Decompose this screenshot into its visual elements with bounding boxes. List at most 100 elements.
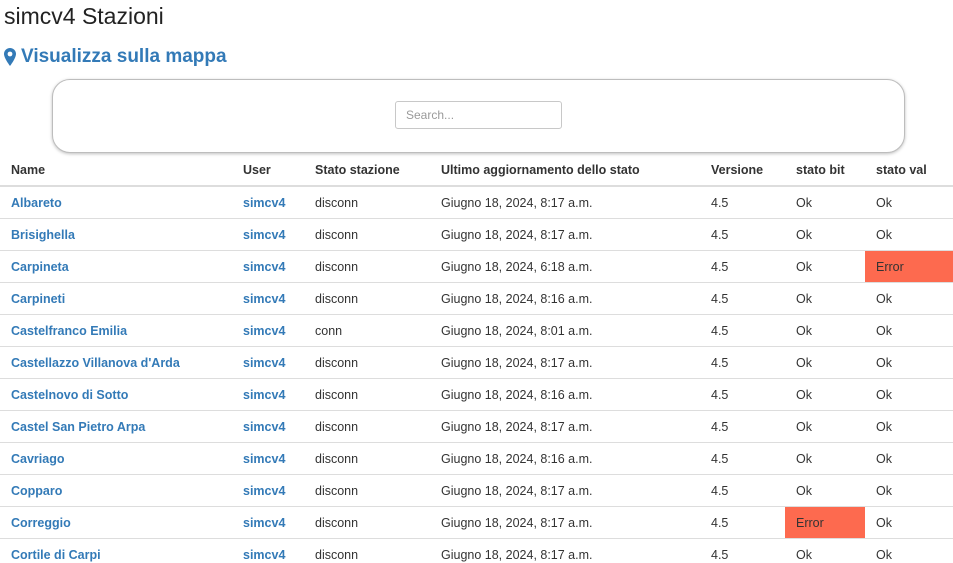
version-cell: 4.5	[700, 378, 785, 411]
station-name-link[interactable]: Cavriago	[0, 442, 232, 475]
station-status-cell: disconn	[304, 378, 430, 411]
stato-bit-cell: Ok	[785, 378, 865, 411]
column-header-versione[interactable]: Versione	[700, 155, 785, 187]
column-header-stato-bit[interactable]: stato bit	[785, 155, 865, 187]
stato-val-cell: Ok	[865, 442, 953, 475]
stato-bit-cell: Ok	[785, 186, 865, 219]
stato-bit-cell: Error	[785, 506, 865, 539]
table-row: Castellazzo Villanova d'Arda simcv4 discon…	[0, 346, 953, 379]
last-update-cell: Giugno 18, 2024, 8:17 a.m.	[430, 218, 700, 251]
last-update-cell: Giugno 18, 2024, 8:17 a.m.	[430, 474, 700, 507]
station-name-link[interactable]: Brisighella	[0, 218, 232, 251]
last-update-cell: Giugno 18, 2024, 8:17 a.m.	[430, 538, 700, 563]
stato-bit-cell: Ok	[785, 410, 865, 443]
version-cell: 4.5	[700, 410, 785, 443]
version-cell: 4.5	[700, 186, 785, 219]
column-header-stato-val[interactable]: stato val	[865, 155, 953, 187]
station-name-link[interactable]: Castellazzo Villanova d'Arda	[0, 346, 232, 379]
last-update-cell: Giugno 18, 2024, 6:18 a.m.	[430, 250, 700, 283]
station-status-cell: disconn	[304, 346, 430, 379]
stations-table-body: Albareto simcv4 disconn Giugno 18, 2024, 8:…	[0, 186, 953, 563]
table-row: Cortile di Carpi simcv4 disconn Giugno 18, …	[0, 538, 953, 563]
table-row: Carpineti simcv4 disconn Giugno 18, 2024, 8…	[0, 282, 953, 315]
last-update-cell: Giugno 18, 2024, 8:17 a.m.	[430, 186, 700, 219]
station-user-link[interactable]: simcv4	[232, 442, 304, 475]
page-title: simcv4 Stazioni	[4, 3, 164, 29]
last-update-cell: Giugno 18, 2024, 8:16 a.m.	[430, 282, 700, 315]
station-name-link[interactable]: Carpineti	[0, 282, 232, 315]
column-header-ultimo-aggiornamento[interactable]: Ultimo aggiornamento dello stato	[430, 155, 700, 187]
stations-table: Name User Stato stazione Ultimo aggiorna…	[0, 155, 953, 563]
table-row: Castelfranco Emilia simcv4 conn Giugno 18, …	[0, 314, 953, 347]
version-cell: 4.5	[700, 314, 785, 347]
stato-val-cell: Ok	[865, 378, 953, 411]
version-cell: 4.5	[700, 346, 785, 379]
stato-val-cell: Ok	[865, 410, 953, 443]
stato-val-cell: Ok	[865, 474, 953, 507]
station-user-link[interactable]: simcv4	[232, 474, 304, 507]
last-update-cell: Giugno 18, 2024, 8:01 a.m.	[430, 314, 700, 347]
station-status-cell: disconn	[304, 250, 430, 283]
station-name-link[interactable]: Castel San Pietro Arpa	[0, 410, 232, 443]
stations-page: simcv4 Stazioni Visualizza sulla mappa N…	[0, 0, 953, 563]
table-header-row: Name User Stato stazione Ultimo aggiorna…	[0, 155, 953, 187]
station-name-link[interactable]: Cortile di Carpi	[0, 538, 232, 563]
station-user-link[interactable]: simcv4	[232, 314, 304, 347]
last-update-cell: Giugno 18, 2024, 8:16 a.m.	[430, 378, 700, 411]
stato-val-cell: Ok	[865, 506, 953, 539]
station-user-link[interactable]: simcv4	[232, 378, 304, 411]
column-header-name[interactable]: Name	[0, 155, 232, 187]
table-row: Copparo simcv4 disconn Giugno 18, 2024, 8:1…	[0, 474, 953, 507]
stato-bit-cell: Ok	[785, 538, 865, 563]
column-header-stato-stazione[interactable]: Stato stazione	[304, 155, 430, 187]
map-marker-icon	[4, 48, 16, 66]
version-cell: 4.5	[700, 474, 785, 507]
stato-val-cell: Ok	[865, 282, 953, 315]
view-on-map-link[interactable]: Visualizza sulla mappa	[4, 44, 227, 70]
station-status-cell: disconn	[304, 474, 430, 507]
stato-bit-cell: Ok	[785, 474, 865, 507]
stato-val-cell: Ok	[865, 314, 953, 347]
search-input[interactable]	[395, 101, 562, 129]
stato-bit-cell: Ok	[785, 250, 865, 283]
station-name-link[interactable]: Castelfranco Emilia	[0, 314, 232, 347]
view-on-map-label: Visualizza sulla mappa	[21, 46, 227, 67]
station-name-link[interactable]: Copparo	[0, 474, 232, 507]
stato-bit-cell: Ok	[785, 314, 865, 347]
station-user-link[interactable]: simcv4	[232, 506, 304, 539]
station-user-link[interactable]: simcv4	[232, 346, 304, 379]
station-name-link[interactable]: Correggio	[0, 506, 232, 539]
version-cell: 4.5	[700, 506, 785, 539]
station-user-link[interactable]: simcv4	[232, 250, 304, 283]
station-user-link[interactable]: simcv4	[232, 218, 304, 251]
station-status-cell: disconn	[304, 442, 430, 475]
stato-val-cell: Ok	[865, 186, 953, 219]
station-user-link[interactable]: simcv4	[232, 410, 304, 443]
version-cell: 4.5	[700, 282, 785, 315]
version-cell: 4.5	[700, 442, 785, 475]
station-user-link[interactable]: simcv4	[232, 186, 304, 219]
version-cell: 4.5	[700, 218, 785, 251]
column-header-user[interactable]: User	[232, 155, 304, 187]
table-row: Cavriago simcv4 disconn Giugno 18, 2024, 8:…	[0, 442, 953, 475]
search-panel	[52, 79, 905, 153]
table-row: Brisighella simcv4 disconn Giugno 18, 2024,…	[0, 218, 953, 251]
station-status-cell: disconn	[304, 506, 430, 539]
table-row: Albareto simcv4 disconn Giugno 18, 2024, 8:…	[0, 186, 953, 219]
station-user-link[interactable]: simcv4	[232, 538, 304, 563]
stato-val-cell: Ok	[865, 538, 953, 563]
station-name-link[interactable]: Albareto	[0, 186, 232, 219]
stato-bit-cell: Ok	[785, 346, 865, 379]
stato-val-cell: Error	[865, 250, 953, 283]
station-status-cell: disconn	[304, 186, 430, 219]
station-name-link[interactable]: Carpineta	[0, 250, 232, 283]
last-update-cell: Giugno 18, 2024, 8:17 a.m.	[430, 506, 700, 539]
station-status-cell: conn	[304, 314, 430, 347]
station-name-link[interactable]: Castelnovo di Sotto	[0, 378, 232, 411]
table-row: Carpineta simcv4 disconn Giugno 18, 2024, 6…	[0, 250, 953, 283]
table-row: Correggio simcv4 disconn Giugno 18, 2024, 8…	[0, 506, 953, 539]
station-user-link[interactable]: simcv4	[232, 282, 304, 315]
station-status-cell: disconn	[304, 538, 430, 563]
version-cell: 4.5	[700, 250, 785, 283]
last-update-cell: Giugno 18, 2024, 8:17 a.m.	[430, 346, 700, 379]
